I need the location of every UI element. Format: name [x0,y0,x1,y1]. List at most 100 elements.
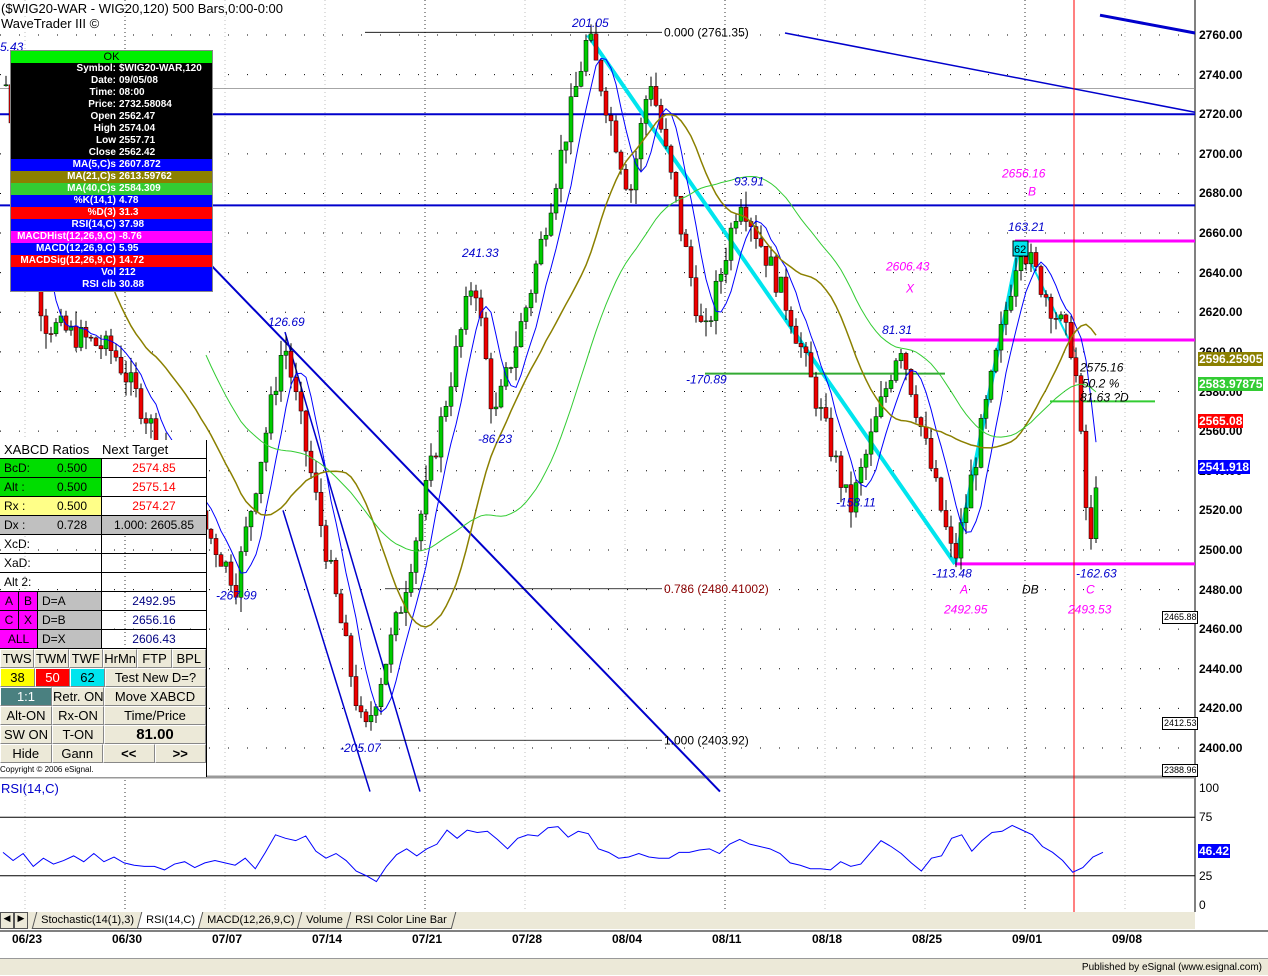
trend-line[interactable] [179,232,721,793]
scroll-right-button[interactable]: ▶ [14,912,28,929]
candle [298,391,304,412]
button-1-1[interactable]: 1:1 [0,687,52,706]
tab-volume[interactable]: Volume [296,912,353,929]
button-rx-on[interactable]: Rx-ON [52,706,104,725]
tab-macd-12-26-9-c-[interactable]: MACD(12,26,9,C) [197,912,304,929]
fib-38-button[interactable]: 38 [0,668,35,687]
tab-rsi-color-line-bar[interactable]: RSI Color Line Bar [345,912,456,929]
candle [1063,314,1069,323]
button-move-xabcd[interactable]: Move XABCD [104,687,206,706]
button-twf[interactable]: TWF [68,649,103,668]
prev-button[interactable]: << [103,744,155,763]
point-button-X[interactable]: X [19,611,38,629]
trend-line[interactable] [284,331,421,792]
info-value: 31.3 [119,207,139,218]
candle [1023,256,1029,265]
price-tick: 2460.00 [1199,622,1243,637]
candle [688,246,694,278]
button-hrmn[interactable]: HrMn [102,649,138,668]
candle [928,438,934,469]
pattern-annotation: -158.11 [836,495,876,509]
all-button[interactable]: ALL [0,630,38,648]
info-key: MACDSig(12,26,9,C) [20,255,116,266]
date-tick: 06/30 [112,932,143,946]
candle [538,238,544,265]
candle [948,526,954,544]
info-row: %D(3) 31.3 [11,207,212,219]
info-key: Price: [88,99,116,110]
point-button-C[interactable]: C [0,611,19,629]
candle [593,33,599,61]
candle [663,128,669,147]
ratio-value: 0.728 [56,518,87,532]
button-retr-on[interactable]: Retr. ON [52,687,104,706]
info-row: RSI(14,C) 37.98 [11,219,212,231]
candle [858,466,864,483]
candle [968,474,974,509]
footer: Published by eSignal (www.esignal.com) [0,958,1268,975]
d-row: A B D=A 2492.95 [0,592,206,611]
tab-rsi-14-c-[interactable]: RSI(14,C) [136,912,205,929]
info-value: 37.98 [119,219,145,230]
copyright: Copyright © 2006 eSignal. [0,763,206,777]
info-value: 2574.04 [119,123,156,134]
button-time-price[interactable]: Time/Price [104,706,206,725]
candle [578,71,584,87]
candle [383,663,389,685]
ratio-name: Dx : [4,518,26,532]
info-key: %D(3) [87,207,116,218]
trend-line[interactable] [1099,13,1196,35]
date-tick: 09/01 [1012,932,1043,946]
candle [1013,270,1019,297]
pattern-annotation: A [959,583,968,597]
candle [483,317,489,359]
candle [733,221,739,229]
scroll-left-button[interactable]: ◀ [0,912,14,929]
candle [398,612,404,614]
candle [513,346,519,368]
price-tick: 2620.00 [1199,305,1243,320]
point-button-A[interactable]: A [0,592,19,610]
ratio-value: 0.500 [56,499,87,513]
cursor-info-window: OK Symbol: $WIG20-WAR,120 Date: 09/05/08 Tim… [10,50,213,292]
button-bpl[interactable]: BPL [171,649,206,668]
hide-button[interactable]: Hide [0,744,52,763]
ok-button[interactable]: OK [11,51,212,63]
tab-stochastic-14-1-3-[interactable]: Stochastic(14(1),3) [31,912,144,929]
button-row: SW ON T-ON 81.00 [0,725,206,744]
point-button-B[interactable]: B [19,592,38,610]
candle [558,149,564,189]
trend-line[interactable] [784,32,1196,113]
candle [863,453,869,468]
button-twm[interactable]: TWM [34,649,69,668]
candle [1033,252,1039,267]
next-button[interactable]: >> [154,744,206,763]
info-key: MA(21,C)s [67,171,116,182]
ratio-name: Alt 2: [0,573,102,591]
button-ftp[interactable]: FTP [137,649,172,668]
date-tick: 08/25 [912,932,943,946]
candle [523,307,529,322]
test-new-d-button[interactable]: Test New D=? [105,668,206,687]
d-value: 2492.95 [132,594,176,608]
button-t-on[interactable]: T-ON [52,725,104,744]
candle [873,416,879,433]
pattern-annotation: 93.91 [734,175,764,189]
button-row: 38 50 62 Test New D=? [0,668,206,687]
info-value: 4.78 [119,195,139,206]
button-tws[interactable]: TWS [0,649,35,668]
button-sw-on[interactable]: SW ON [0,725,52,744]
candle [573,86,579,97]
candle [423,480,429,515]
candle [543,235,549,240]
fib-50-button[interactable]: 50 [35,668,70,687]
candle [893,360,899,381]
gann-button[interactable]: Gann [51,744,103,763]
info-key: Vol [101,267,116,278]
candle [273,390,279,395]
candle [428,455,434,481]
info-value: 14.72 [119,255,145,266]
candle [693,277,699,317]
fib-62-button[interactable]: 62 [70,668,105,687]
button-alt-on[interactable]: Alt-ON [0,706,52,725]
